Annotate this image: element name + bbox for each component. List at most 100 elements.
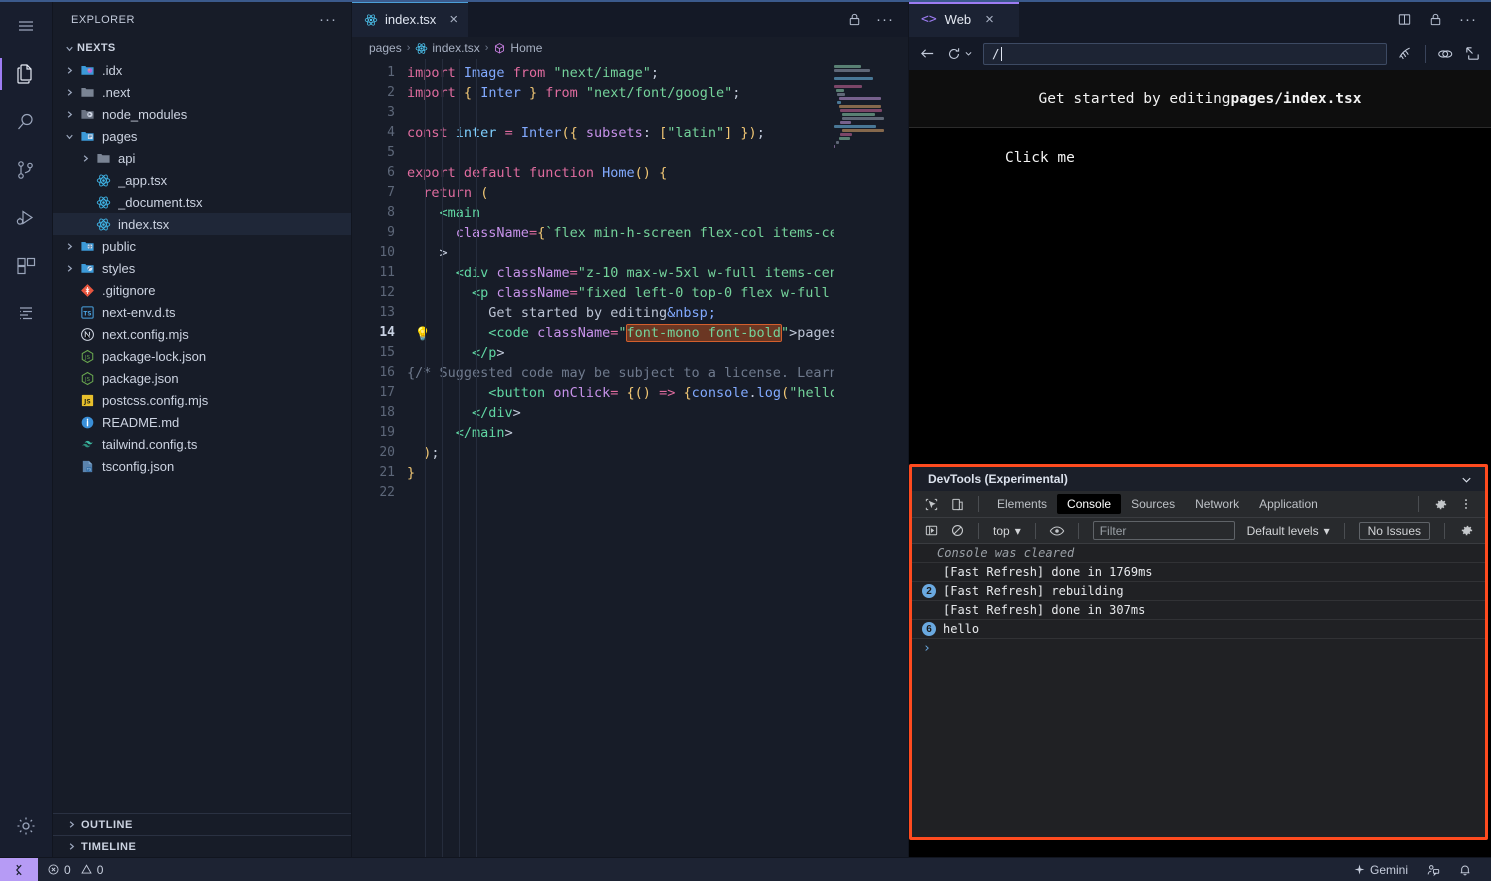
- web-more-actions[interactable]: ···: [1459, 12, 1477, 27]
- preview-banner-text: Get started by editing: [1038, 90, 1231, 107]
- code-line: <main: [407, 203, 908, 223]
- tree-item--document-tsx[interactable]: _document.tsx: [53, 191, 351, 213]
- outline-label: OUTLINE: [81, 818, 133, 831]
- tree-item-api[interactable]: api: [53, 147, 351, 169]
- lock-icon[interactable]: [847, 12, 862, 27]
- tree-item-tsconfig-json[interactable]: TS tsconfig.json: [53, 455, 351, 477]
- sidebar-item-run-and-debug[interactable]: [0, 194, 53, 242]
- devtools-tab-network[interactable]: Network: [1185, 494, 1249, 514]
- timeline-panel-header[interactable]: TIMELINE: [53, 835, 351, 857]
- tree-item--app-tsx[interactable]: _app.tsx: [53, 169, 351, 191]
- settings-gear-icon[interactable]: [1427, 492, 1453, 516]
- clear-console-icon[interactable]: [944, 519, 970, 543]
- tree-item-index-tsx[interactable]: index.tsx: [53, 213, 351, 235]
- filterbar-divider: [978, 522, 979, 539]
- tree-item-next-env-d-ts[interactable]: TS next-env.d.ts: [53, 301, 351, 323]
- log-levels-selector[interactable]: Default levels ▾: [1241, 524, 1336, 538]
- devtools-tab-console[interactable]: Console: [1057, 494, 1122, 514]
- explorer-more-actions[interactable]: ···: [319, 12, 337, 27]
- sidebar-item-search[interactable]: [0, 98, 53, 146]
- console-output[interactable]: Console was cleared [Fast Refresh] done i…: [912, 544, 1485, 837]
- console-sidebar-icon[interactable]: [918, 519, 944, 543]
- console-filter-input[interactable]: Filter: [1092, 521, 1235, 540]
- lock-icon[interactable]: [1428, 12, 1443, 27]
- code-editor[interactable]: 1 2 3 4 5 6 7 8 9 10 11 12 13 14 💡 15 16 17 18 19 20 21 22 imp…: [352, 59, 908, 857]
- tree-item-public[interactable]: public: [53, 235, 351, 257]
- device-toolbar-icon[interactable]: [944, 492, 970, 516]
- gemini-label: Gemini: [1369, 862, 1408, 877]
- breadcrumb-label: index.tsx: [432, 41, 480, 55]
- sidebar-item-extensions[interactable]: [0, 242, 53, 290]
- tree-item-next-config-mjs[interactable]: next.config.mjs: [53, 323, 351, 345]
- explorer-sidebar: EXPLORER ··· NEXTS .idx .next node_modules…: [53, 2, 352, 857]
- close-icon[interactable]: ×: [449, 12, 458, 27]
- tree-item--next[interactable]: .next: [53, 81, 351, 103]
- back-arrow-icon[interactable]: [919, 45, 936, 62]
- click-me-button[interactable]: Click me: [1005, 150, 1075, 166]
- editor-tabbar: index.tsx × ···: [352, 2, 908, 37]
- line-number: 4: [387, 125, 395, 140]
- info-icon: [77, 415, 97, 430]
- remote-window-indicator[interactable]: [0, 858, 38, 881]
- inspect-icon[interactable]: [1397, 45, 1415, 63]
- breadcrumb-item-pages[interactable]: pages: [369, 41, 402, 55]
- code-content[interactable]: import Image from "next/image"; import { …: [407, 59, 908, 857]
- breadcrumb-item-home[interactable]: Home: [493, 41, 542, 55]
- gemini-button[interactable]: Gemini: [1344, 858, 1417, 881]
- console-prompt[interactable]: ›: [912, 639, 1485, 658]
- tree-item--idx[interactable]: .idx: [53, 59, 351, 81]
- devtools-tab-elements[interactable]: Elements: [987, 494, 1057, 514]
- tree-item-package-json[interactable]: JS package.json: [53, 367, 351, 389]
- gear-icon[interactable]: [0, 809, 53, 857]
- sidebar-item-explorer[interactable]: [0, 50, 53, 98]
- sidebar-item-source-control[interactable]: [0, 146, 53, 194]
- feedback-icon[interactable]: [1417, 858, 1449, 881]
- outline-panel-header[interactable]: OUTLINE: [53, 813, 351, 835]
- tree-item-postcss-config-mjs[interactable]: JS postcss.config.mjs: [53, 389, 351, 411]
- url-input[interactable]: /: [983, 42, 1387, 65]
- timeline-label: TIMELINE: [81, 840, 137, 853]
- tab-index-tsx[interactable]: index.tsx ×: [352, 2, 469, 37]
- line-number: 8: [387, 205, 395, 220]
- code-line: <div className="z-10 max-w-5xl w-full it…: [455, 265, 838, 281]
- tree-item--gitignore[interactable]: .gitignore: [53, 279, 351, 301]
- minimap-line: [835, 141, 840, 144]
- tree-root-nexts[interactable]: NEXTS: [53, 37, 351, 59]
- devtools-tab-application[interactable]: Application: [1249, 494, 1328, 514]
- chevron-down-icon[interactable]: [1460, 473, 1473, 486]
- sidebar-item-tasks[interactable]: [0, 290, 53, 338]
- issues-button[interactable]: No Issues: [1358, 521, 1430, 540]
- tree-item-tailwind-config-ts[interactable]: tailwind.config.ts: [53, 433, 351, 455]
- filterbar-divider: [1034, 522, 1036, 539]
- chevron-right-icon: [77, 153, 93, 164]
- devtools-tab-sources[interactable]: Sources: [1121, 494, 1185, 514]
- split-editor-icon[interactable]: [1397, 12, 1412, 27]
- console-context-selector[interactable]: top ▾: [987, 524, 1027, 538]
- problems-indicator[interactable]: 0 0: [38, 858, 112, 881]
- tree-item-pages[interactable]: pages: [53, 125, 351, 147]
- minimap[interactable]: [834, 59, 886, 857]
- link-icon[interactable]: [1436, 45, 1454, 63]
- line-number: 16: [379, 365, 395, 380]
- reload-icon[interactable]: [946, 46, 973, 62]
- tree-item-package-lock-json[interactable]: JS package-lock.json: [53, 345, 351, 367]
- minimap-line: [837, 93, 845, 96]
- code-line: export default function Home() {: [407, 165, 668, 181]
- symbol-class-icon: [493, 42, 506, 55]
- settings-gear-icon[interactable]: [1453, 519, 1479, 543]
- breadcrumb-item-index-tsx[interactable]: index.tsx: [415, 41, 480, 55]
- close-icon[interactable]: ×: [985, 12, 994, 27]
- editor-more-actions[interactable]: ···: [876, 12, 894, 27]
- live-expression-icon[interactable]: [1044, 519, 1070, 543]
- open-external-icon[interactable]: [1464, 45, 1481, 62]
- inspect-element-icon[interactable]: [918, 492, 944, 516]
- hamburger-menu-icon[interactable]: [0, 2, 53, 50]
- tree-item-readme-md[interactable]: README.md: [53, 411, 351, 433]
- tree-item-styles[interactable]: styles: [53, 257, 351, 279]
- editor-scrollbar[interactable]: [886, 59, 908, 857]
- tab-web[interactable]: <> Web ×: [909, 2, 1019, 37]
- tree-item-label: next.config.mjs: [102, 326, 189, 342]
- tree-item-node-modules[interactable]: node_modules: [53, 103, 351, 125]
- more-vertical-icon[interactable]: [1453, 492, 1479, 516]
- bell-icon[interactable]: [1449, 858, 1481, 881]
